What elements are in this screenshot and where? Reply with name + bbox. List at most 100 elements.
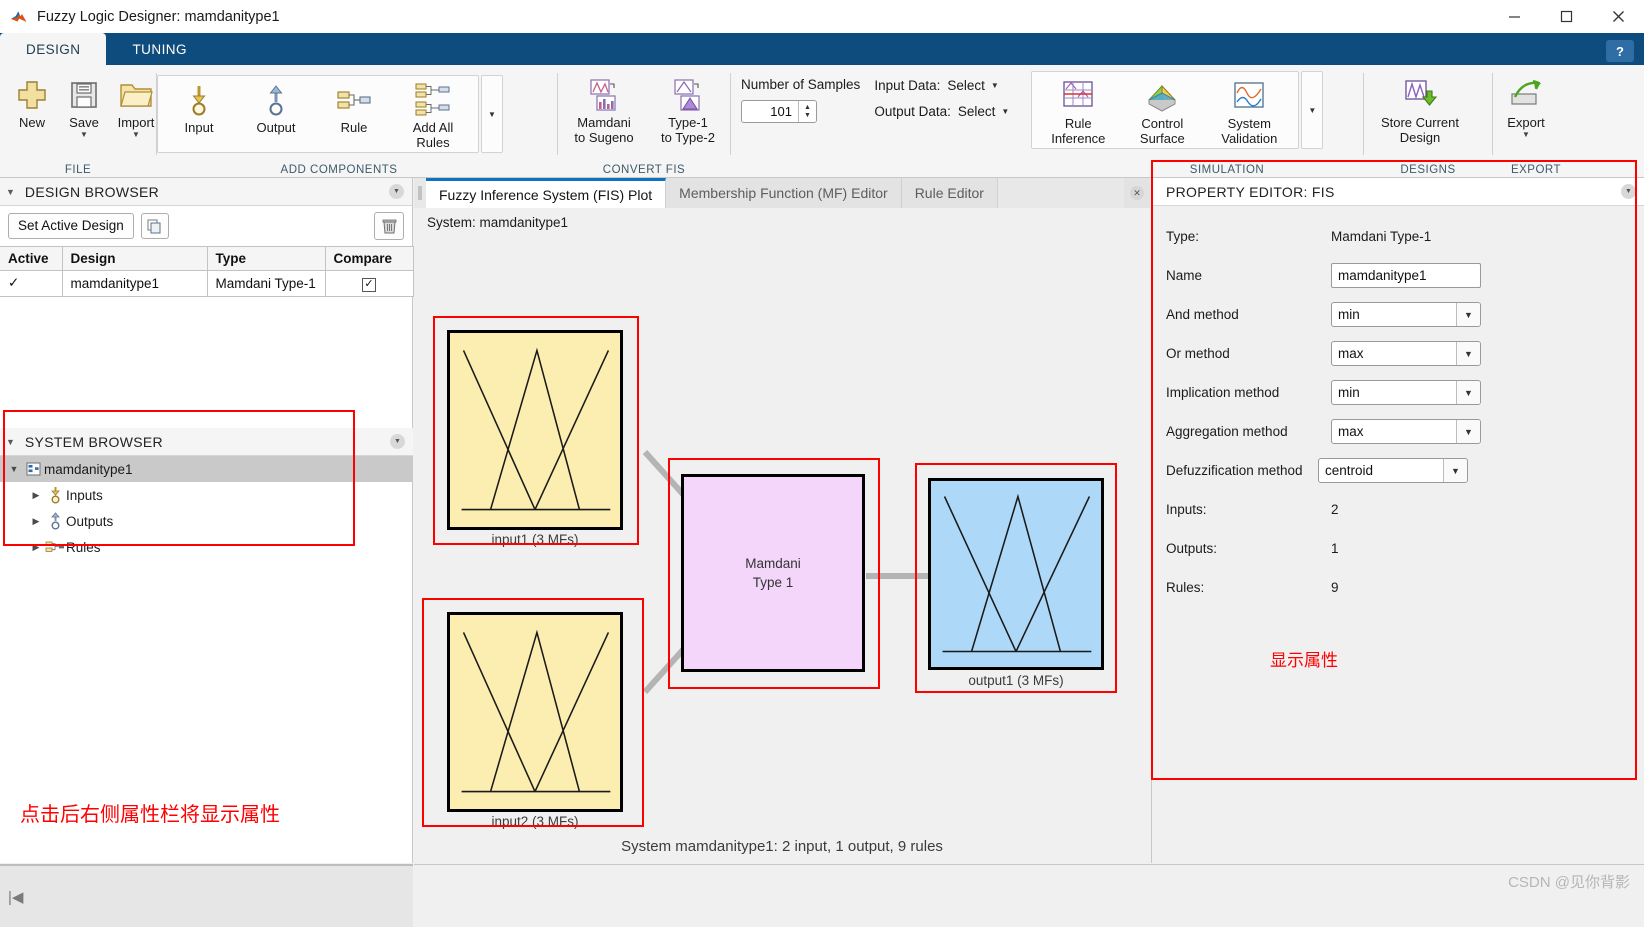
tab-mf-editor[interactable]: Membership Function (MF) Editor <box>666 178 902 208</box>
tree-node-mamdanitype1[interactable]: ▼ mamdanitype1 <box>0 456 413 482</box>
chevron-down-icon: ▼ <box>1001 107 1010 116</box>
input-data-row: Input Data: Select ▼ <box>874 78 1009 93</box>
samples-column: Number of Samples 101 ▲ ▼ <box>741 77 860 123</box>
expand-components-icon[interactable]: ▼ <box>481 75 503 153</box>
chevron-down-icon[interactable]: ▼ <box>6 437 15 447</box>
import-button[interactable]: Import ▼ <box>110 73 162 139</box>
chevron-down-icon[interactable]: ▼ <box>1456 303 1480 326</box>
block-input2[interactable] <box>447 612 623 812</box>
expand-simulation-icon[interactable]: ▼ <box>1301 71 1324 149</box>
implication-method-value: min <box>1338 385 1360 400</box>
ribbon-group-designs-title: DESIGNS <box>1400 164 1456 176</box>
close-tab-button[interactable]: ✕ <box>1124 178 1150 208</box>
chevron-down-icon[interactable]: ▼ <box>6 187 15 197</box>
table-row[interactable]: ✓ mamdanitype1 Mamdani Type-1 ✓ <box>0 270 414 297</box>
property-editor-options-icon[interactable]: ▼ <box>1621 184 1636 199</box>
aggregation-method-select[interactable]: max ▼ <box>1331 419 1481 444</box>
defuzzification-method-select[interactable]: centroid ▼ <box>1318 458 1468 483</box>
stepper-arrows[interactable]: ▲ ▼ <box>798 101 816 122</box>
save-disk-icon <box>68 77 100 113</box>
engine-label: Mamdani Type 1 <box>745 556 801 590</box>
input-data-select[interactable]: Select ▼ <box>947 78 998 93</box>
export-button[interactable]: Export ▼ <box>1493 73 1559 139</box>
block-input1[interactable] <box>447 330 623 530</box>
set-active-design-button[interactable]: Set Active Design <box>8 213 134 239</box>
system-validation-icon <box>1232 78 1266 114</box>
help-button[interactable]: ? <box>1606 40 1634 62</box>
property-editor-title: PROPERTY EDITOR: FIS <box>1166 183 1335 200</box>
block-output1[interactable] <box>928 478 1104 670</box>
chevron-right-icon[interactable]: ▶ <box>28 542 44 553</box>
block-inference-engine[interactable]: Mamdani Type 1 <box>681 474 865 672</box>
number-of-samples-stepper[interactable]: 101 ▲ ▼ <box>741 100 817 123</box>
add-output-button[interactable]: Output <box>236 78 316 135</box>
export-caret-icon[interactable]: ▼ <box>1522 131 1530 139</box>
tab-fis-plot[interactable]: Fuzzy Inference System (FIS) Plot <box>426 178 667 208</box>
and-method-select[interactable]: min ▼ <box>1331 302 1481 327</box>
column-header-active[interactable]: Active <box>0 246 63 271</box>
chevron-down-icon[interactable]: ▼ <box>1443 459 1467 482</box>
input-arrow-icon <box>186 82 212 118</box>
chevron-down-icon[interactable]: ▼ <box>1456 381 1480 404</box>
export-icon <box>1509 77 1543 113</box>
block-output1-label: output1 (3 MFs) <box>968 673 1064 688</box>
close-button[interactable] <box>1592 0 1644 33</box>
compare-checkbox[interactable]: ✓ <box>362 277 376 292</box>
copy-icon[interactable] <box>140 213 169 239</box>
ribbon-group-add-components-title: ADD COMPONENTS <box>280 164 398 176</box>
cell-compare[interactable]: ✓ <box>325 270 414 297</box>
property-label-outputs: Outputs: <box>1166 541 1218 556</box>
column-header-compare[interactable]: Compare <box>325 246 414 271</box>
trash-icon[interactable] <box>374 212 404 240</box>
control-surface-button[interactable]: Control Surface <box>1120 74 1204 146</box>
add-rule-button[interactable]: Rule <box>316 78 392 135</box>
type1-to-type2-button[interactable]: Type-1 to Type-2 <box>646 73 730 145</box>
tab-design[interactable]: DESIGN <box>0 33 107 65</box>
tab-rule-editor[interactable]: Rule Editor <box>901 178 998 208</box>
name-input[interactable]: mamdanitype1 <box>1331 263 1481 288</box>
chevron-right-icon[interactable]: ▶ <box>28 490 44 501</box>
control-surface-label: Control Surface <box>1139 116 1185 146</box>
add-input-button[interactable]: Input <box>162 78 236 135</box>
property-label-rules: Rules: <box>1166 580 1205 595</box>
tree-node-inputs[interactable]: ▶ Inputs <box>0 482 413 508</box>
save-caret-icon[interactable]: ▼ <box>80 131 88 139</box>
design-browser-options-icon[interactable]: ▼ <box>389 184 404 199</box>
save-button[interactable]: Save ▼ <box>58 73 110 139</box>
system-browser-header: ▼ SYSTEM BROWSER ▼ <box>0 428 413 456</box>
system-browser-title: SYSTEM BROWSER <box>24 433 163 450</box>
chevron-down-icon[interactable]: ▼ <box>1456 342 1480 365</box>
new-button[interactable]: New <box>6 73 58 130</box>
chevron-right-icon[interactable]: ▶ <box>28 516 44 527</box>
rule-inference-button[interactable]: Rule Inference <box>1036 74 1120 146</box>
simulation-fields: Number of Samples 101 ▲ ▼ Input Data: Sel… <box>731 65 1017 123</box>
system-validation-button[interactable]: System Validation <box>1204 74 1294 146</box>
control-surface-icon <box>1145 78 1179 114</box>
property-editor-panel: PROPERTY EDITOR: FIS ▼ Type: Mamdani Typ… <box>1151 178 1644 863</box>
rules-node-icon <box>44 540 66 554</box>
import-caret-icon[interactable]: ▼ <box>132 131 140 139</box>
minimize-button[interactable] <box>1488 0 1540 33</box>
column-header-design[interactable]: Design <box>62 246 208 271</box>
chevron-down-icon[interactable]: ▼ <box>1456 420 1480 443</box>
tree-node-rules[interactable]: ▶ Rules <box>0 534 413 560</box>
tree-node-outputs[interactable]: ▶ Outputs <box>0 508 413 534</box>
store-current-design-button[interactable]: Store Current Design <box>1364 73 1476 145</box>
system-browser-options-icon[interactable]: ▼ <box>390 434 405 449</box>
maximize-button[interactable] <box>1540 0 1592 33</box>
number-of-samples-value[interactable]: 101 <box>742 101 798 122</box>
tab-grip-handle[interactable] <box>414 178 426 208</box>
tab-tuning[interactable]: TUNING <box>106 33 212 65</box>
chevron-down-icon[interactable]: ▼ <box>6 464 22 474</box>
property-row-aggregation-method: Aggregation method max ▼ <box>1152 419 1644 444</box>
go-to-first-icon[interactable]: |◀ <box>8 888 23 906</box>
or-method-select[interactable]: max ▼ <box>1331 341 1481 366</box>
column-header-type[interactable]: Type <box>207 246 326 271</box>
add-all-rules-button[interactable]: Add All Rules <box>392 78 474 150</box>
implication-method-select[interactable]: min ▼ <box>1331 380 1481 405</box>
output1-mf-plot <box>942 493 1092 653</box>
output-data-select[interactable]: Select ▼ <box>958 104 1009 119</box>
number-of-samples-label: Number of Samples <box>741 77 861 92</box>
mamdani-to-sugeno-button[interactable]: Mamdani to Sugeno <box>562 73 646 145</box>
matlab-icon <box>10 8 28 26</box>
